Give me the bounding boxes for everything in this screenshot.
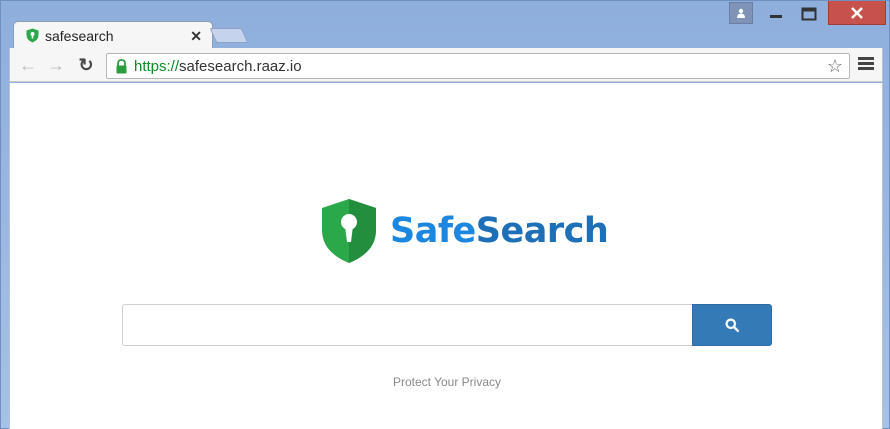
search-button[interactable]	[692, 304, 772, 346]
tab-safesearch[interactable]: safesearch ✕	[13, 21, 213, 49]
search-form	[122, 304, 772, 346]
safesearch-logo: SafeSearch	[320, 198, 609, 264]
person-icon	[737, 8, 745, 18]
url-scheme: https://	[134, 57, 180, 75]
shield-keyhole-icon	[322, 199, 376, 263]
reload-icon[interactable]: ↻	[76, 55, 96, 75]
minimize-icon	[770, 15, 782, 18]
logo-wordmark: SafeSearch	[390, 211, 609, 251]
menu-icon[interactable]	[858, 57, 874, 72]
logo-text-safe: Safe	[390, 211, 476, 251]
url-host: safesearch.raaz.io	[179, 57, 302, 75]
search-input[interactable]	[122, 304, 692, 346]
shield-favicon-icon	[26, 28, 39, 43]
logo-text-search: Search	[475, 211, 609, 251]
address-bar[interactable]: https://safesearch.raaz.io ☆	[106, 53, 850, 79]
search-icon	[725, 318, 739, 332]
lock-icon	[116, 58, 127, 73]
forward-arrow-icon[interactable]: →	[46, 55, 66, 75]
new-tab-button[interactable]	[209, 28, 249, 43]
page-content: SafeSearch Protect Your Privacy	[9, 83, 883, 429]
maximize-button[interactable]	[794, 3, 824, 25]
close-window-button[interactable]	[828, 1, 886, 25]
url-text: https://safesearch.raaz.io	[134, 58, 302, 75]
browser-toolbar: ← → ↻ https://safesearch.raaz.io ☆	[9, 48, 883, 82]
minimize-button[interactable]	[761, 3, 791, 25]
browser-window: safesearch ✕ ← → ↻ https://safesearch.ra…	[0, 0, 890, 429]
back-arrow-icon[interactable]: ←	[18, 55, 38, 75]
bookmark-star-icon[interactable]: ☆	[827, 56, 843, 77]
profile-button[interactable]	[729, 2, 753, 24]
close-icon	[851, 6, 863, 19]
tab-title: safesearch	[45, 27, 114, 44]
tagline: Protect Your Privacy	[392, 375, 502, 389]
tab-close-icon[interactable]: ✕	[190, 28, 202, 45]
maximize-icon	[801, 7, 817, 21]
